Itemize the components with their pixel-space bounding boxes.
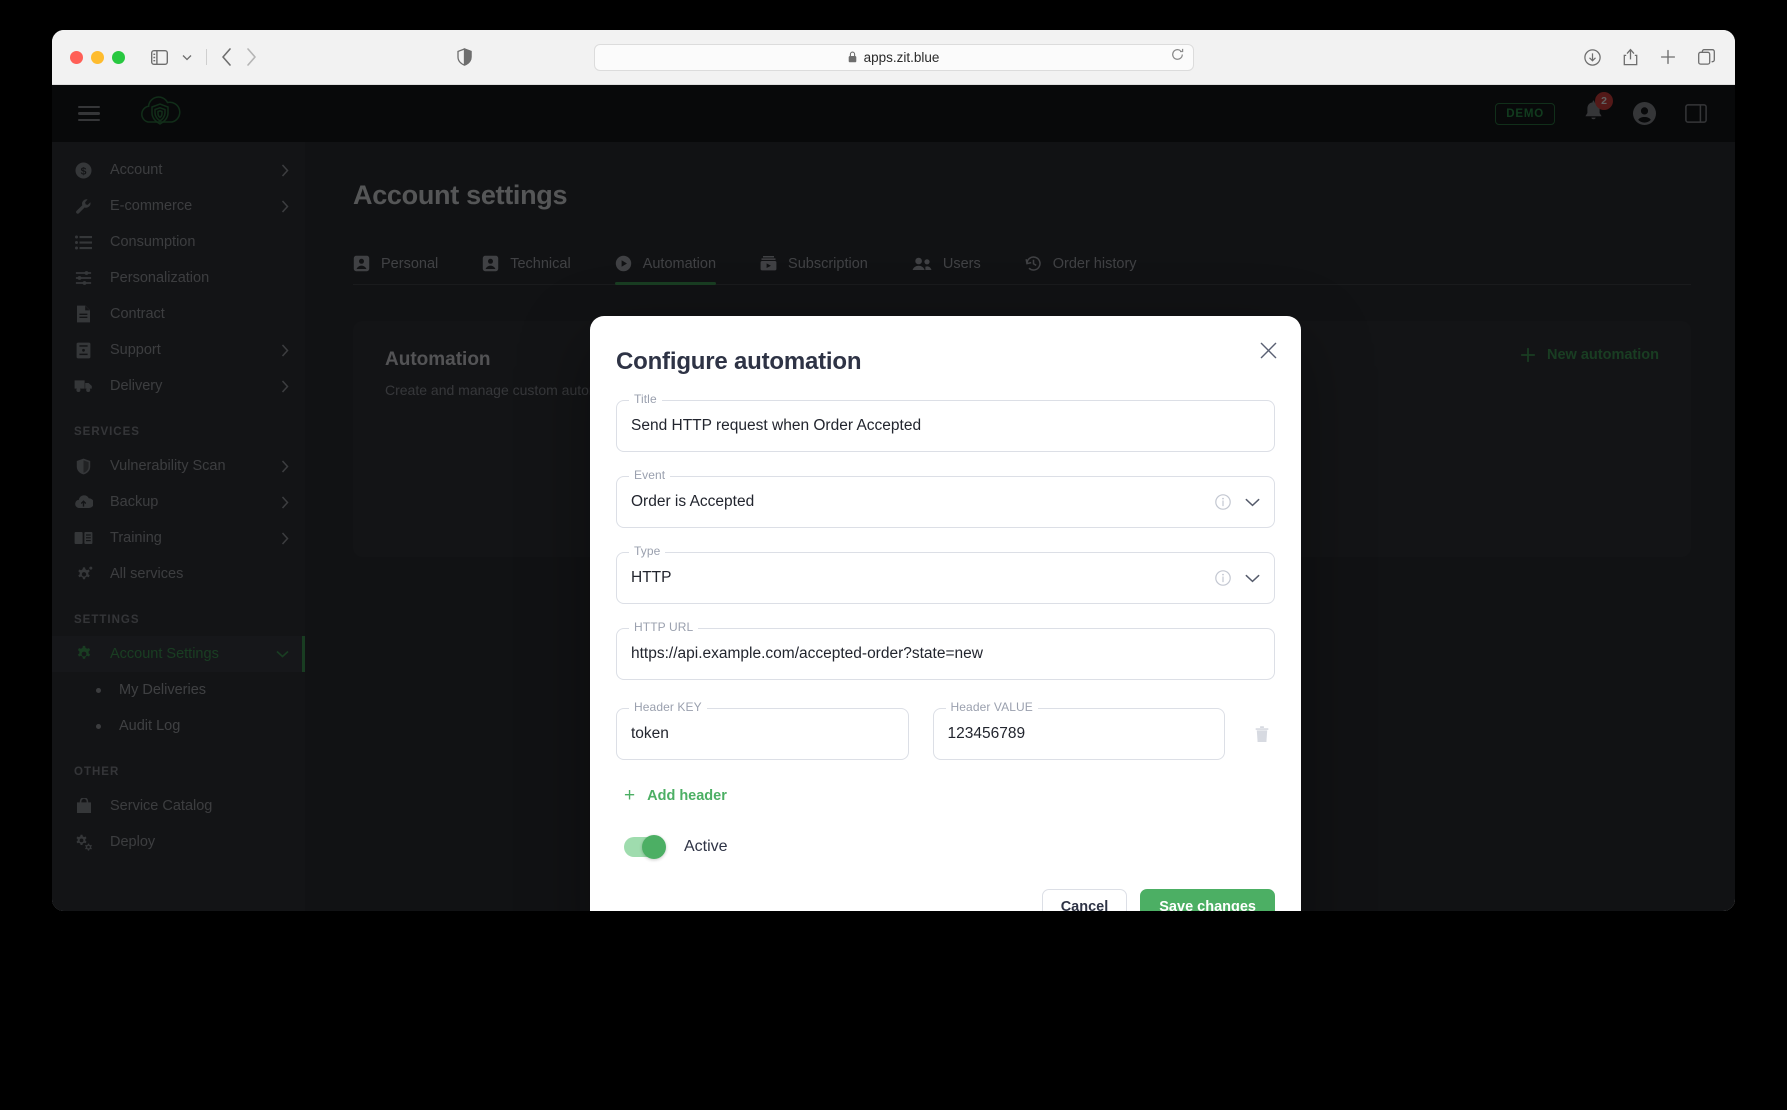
save-changes-button[interactable]: Save changes xyxy=(1140,889,1275,911)
add-header-button[interactable]: + Add header xyxy=(624,786,1275,805)
event-field-legend: Event xyxy=(629,468,671,482)
reload-icon[interactable] xyxy=(1171,48,1184,66)
maximize-window-button[interactable] xyxy=(112,50,125,64)
http-url-field-group: HTTP URL https://api.example.com/accepte… xyxy=(616,620,1275,680)
http-url-input[interactable]: https://api.example.com/accepted-order?s… xyxy=(616,628,1275,680)
downloads-icon[interactable] xyxy=(1584,48,1601,66)
cancel-button[interactable]: Cancel xyxy=(1041,889,1128,911)
url-text: apps.zit.blue xyxy=(863,49,940,65)
header-value-field-group: Header VALUE 123456789 xyxy=(932,700,1225,760)
close-window-button[interactable] xyxy=(70,50,83,64)
type-select[interactable]: HTTP xyxy=(616,552,1275,604)
toolbar-divider xyxy=(206,49,207,65)
trash-icon[interactable] xyxy=(1249,708,1275,760)
sidebar-chevron-down-icon[interactable] xyxy=(182,54,192,61)
header-key-value: token xyxy=(631,725,669,742)
privacy-shield-icon[interactable] xyxy=(457,48,472,66)
http-url-field-legend: HTTP URL xyxy=(629,620,699,634)
active-toggle-row: Active xyxy=(624,835,1275,859)
share-icon[interactable] xyxy=(1623,48,1638,66)
header-value-legend: Header VALUE xyxy=(945,700,1038,714)
dialog-title: Configure automation xyxy=(616,348,862,375)
event-field-group: Event Order is Accepted xyxy=(616,468,1275,528)
plus-icon: + xyxy=(624,785,636,806)
header-value-value: 123456789 xyxy=(947,725,1026,742)
lock-icon xyxy=(848,51,857,63)
header-row: Header KEY token Header VALUE 123456789 xyxy=(616,700,1275,760)
configure-automation-dialog: Configure automation Title Send HTTP req… xyxy=(590,316,1301,911)
back-arrow-icon[interactable] xyxy=(221,48,232,66)
title-input-value: Send HTTP request when Order Accepted xyxy=(631,417,922,434)
active-toggle-label: Active xyxy=(684,838,728,855)
header-key-input[interactable]: token xyxy=(616,708,909,760)
address-bar[interactable]: apps.zit.blue xyxy=(593,43,1194,71)
info-icon[interactable] xyxy=(1215,570,1231,586)
browser-window: apps.zit.blue Configure automation Title… xyxy=(52,30,1735,911)
type-field-legend: Type xyxy=(629,544,666,558)
type-select-value: HTTP xyxy=(631,569,672,586)
window-controls xyxy=(70,50,125,64)
tab-overview-icon[interactable] xyxy=(1698,49,1715,65)
new-tab-plus-icon[interactable] xyxy=(1660,49,1676,65)
app-viewport: DEMO 2 xyxy=(52,85,1735,911)
dialog-actions: Cancel Save changes xyxy=(616,889,1275,911)
title-field-group: Title Send HTTP request when Order Accep… xyxy=(616,392,1275,452)
forward-arrow-icon[interactable] xyxy=(246,48,257,66)
minimize-window-button[interactable] xyxy=(91,50,104,64)
type-field-group: Type HTTP xyxy=(616,544,1275,604)
header-value-input[interactable]: 123456789 xyxy=(932,708,1225,760)
add-header-label: Add header xyxy=(647,787,727,804)
browser-toolbar: apps.zit.blue xyxy=(52,30,1735,85)
close-icon[interactable] xyxy=(1260,342,1277,359)
title-field-legend: Title xyxy=(629,392,662,406)
toggle-knob xyxy=(642,835,666,859)
sidebar-toggle-icon[interactable] xyxy=(151,49,168,65)
header-key-legend: Header KEY xyxy=(629,700,707,714)
active-toggle[interactable] xyxy=(624,835,666,859)
event-select-value: Order is Accepted xyxy=(631,493,755,510)
title-input[interactable]: Send HTTP request when Order Accepted xyxy=(616,400,1275,452)
event-select[interactable]: Order is Accepted xyxy=(616,476,1275,528)
chevron-down-icon[interactable] xyxy=(1245,574,1260,583)
http-url-input-value: https://api.example.com/accepted-order?s… xyxy=(631,645,983,662)
header-key-field-group: Header KEY token xyxy=(616,700,909,760)
chevron-down-icon[interactable] xyxy=(1245,498,1260,507)
info-icon[interactable] xyxy=(1215,494,1231,510)
